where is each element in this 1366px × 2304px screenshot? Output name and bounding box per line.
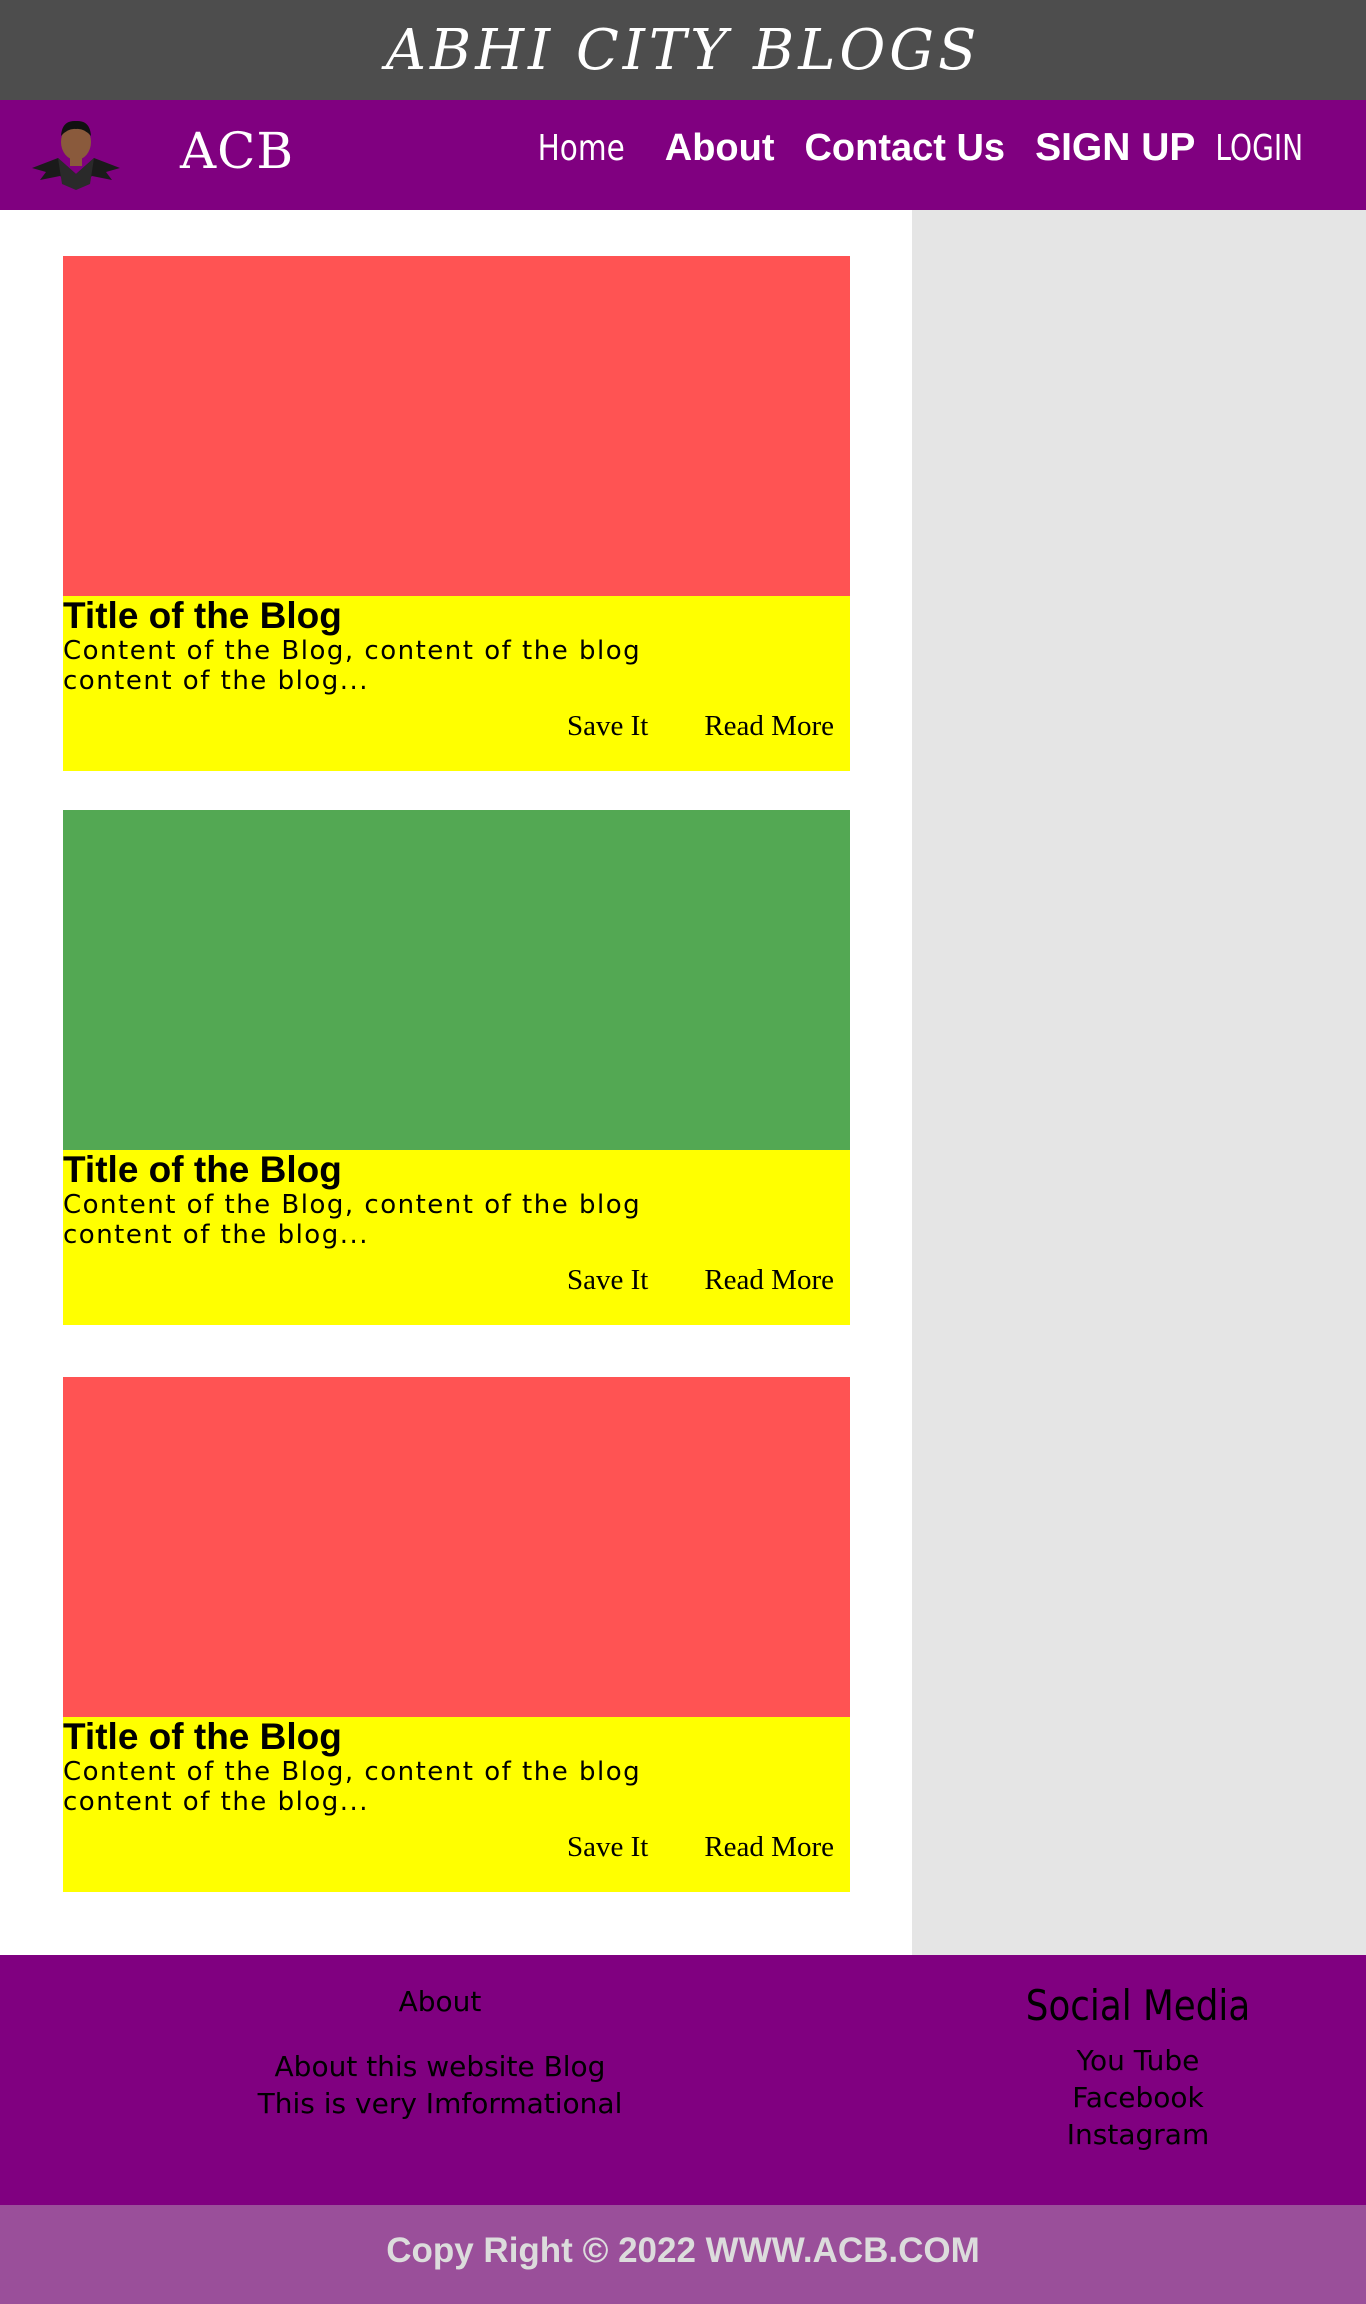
nav-links: Home About Contact Us SIGN UP LOGIN xyxy=(518,126,1316,170)
brand-logo-text[interactable]: ACB xyxy=(180,122,294,180)
top-header: ABHI CITY BLOGS xyxy=(0,0,1366,100)
blog-card-excerpt: Content of the Blog, content of the blog… xyxy=(63,636,642,696)
nav-about-link[interactable]: About xyxy=(665,127,775,170)
nav-home-link[interactable]: Home xyxy=(538,128,625,169)
read-more-link[interactable]: Read More xyxy=(704,1264,834,1297)
blog-card: Title of the Blog Content of the Blog, c… xyxy=(63,256,850,771)
blog-card-body: Title of the Blog Content of the Blog, c… xyxy=(63,596,850,771)
social-media-heading: Social Media xyxy=(1025,1981,1251,2030)
save-it-link[interactable]: Save It xyxy=(567,1831,648,1864)
instagram-link[interactable]: Instagram xyxy=(1000,2116,1276,2153)
navbar: ACB Home About Contact Us SIGN UP LOGIN xyxy=(0,100,1366,210)
social-links: You Tube Facebook Instagram xyxy=(1000,2042,1276,2153)
save-it-link[interactable]: Save It xyxy=(567,710,648,743)
site-title: ABHI CITY BLOGS xyxy=(385,18,981,83)
blog-card-title[interactable]: Title of the Blog xyxy=(63,1150,850,1190)
blog-list: Title of the Blog Content of the Blog, c… xyxy=(0,210,912,1955)
nav-login-link[interactable]: LOGIN xyxy=(1216,128,1304,169)
nav-contact-link[interactable]: Contact Us xyxy=(804,127,1005,170)
footer-about-line: This is very Imformational xyxy=(257,2087,623,2120)
copyright-text: Copy Right © 2022 WWW.ACB.COM xyxy=(386,2231,980,2270)
sidebar xyxy=(912,210,1366,1955)
nav-signup-link[interactable]: SIGN UP xyxy=(1035,126,1195,170)
footer-about-section: About About this website Blog This is ve… xyxy=(240,1985,640,2122)
blog-card-image[interactable] xyxy=(63,256,850,596)
footer: About About this website Blog This is ve… xyxy=(0,1955,1366,2205)
read-more-link[interactable]: Read More xyxy=(704,1831,834,1864)
blog-card: Title of the Blog Content of the Blog, c… xyxy=(63,810,850,1325)
footer-about-text: About this website Blog This is very Imf… xyxy=(240,2048,640,2122)
blog-card-image[interactable] xyxy=(63,810,850,1150)
blog-card-title[interactable]: Title of the Blog xyxy=(63,1717,850,1757)
blog-card-body: Title of the Blog Content of the Blog, c… xyxy=(63,1717,850,1892)
blog-card-actions: Save It Read More xyxy=(511,1264,834,1297)
blog-card-title[interactable]: Title of the Blog xyxy=(63,596,850,636)
save-it-link[interactable]: Save It xyxy=(567,1264,648,1297)
blog-card-excerpt: Content of the Blog, content of the blog… xyxy=(63,1190,642,1250)
youtube-link[interactable]: You Tube xyxy=(1000,2042,1276,2079)
profile-avatar[interactable] xyxy=(28,114,124,190)
footer-social-section: Social Media You Tube Facebook Instagram xyxy=(1000,1981,1276,2153)
facebook-link[interactable]: Facebook xyxy=(1000,2079,1276,2116)
footer-about-heading: About xyxy=(398,1985,482,2018)
footer-about-line: About this website Blog xyxy=(274,2050,606,2083)
blog-card-excerpt: Content of the Blog, content of the blog… xyxy=(63,1757,642,1817)
blog-card-actions: Save It Read More xyxy=(511,1831,834,1864)
copyright-bar: Copy Right © 2022 WWW.ACB.COM xyxy=(0,2205,1366,2304)
read-more-link[interactable]: Read More xyxy=(704,710,834,743)
blog-card-actions: Save It Read More xyxy=(511,710,834,743)
blog-card: Title of the Blog Content of the Blog, c… xyxy=(63,1377,850,1892)
blog-card-image[interactable] xyxy=(63,1377,850,1717)
blog-card-body: Title of the Blog Content of the Blog, c… xyxy=(63,1150,850,1325)
